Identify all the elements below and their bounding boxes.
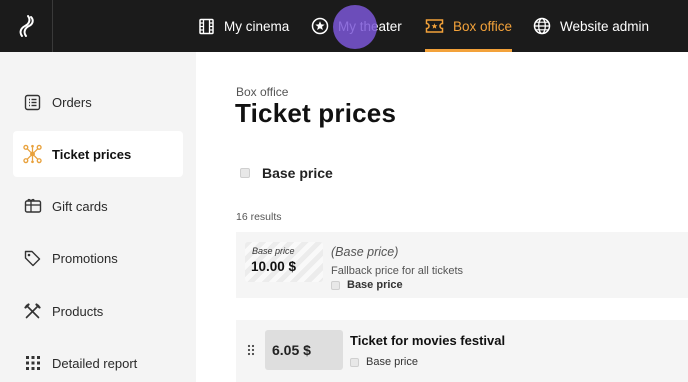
base-price-filter-checkbox[interactable] xyxy=(240,168,250,178)
star-circle-icon xyxy=(311,17,329,35)
base-price-tag: Base price xyxy=(350,356,418,368)
breadcrumb[interactable]: Box office xyxy=(236,85,288,99)
nav-my-cinema[interactable]: My cinema xyxy=(198,0,289,52)
sidebar-item-gift-cards[interactable]: Gift cards xyxy=(13,183,183,229)
main-content: Box office Ticket prices Base price 16 r… xyxy=(196,52,688,382)
gift-card-icon xyxy=(23,198,42,214)
sidebar-item-label: Ticket prices xyxy=(52,146,132,162)
nav-website-admin-label: Website admin xyxy=(560,18,650,34)
sidebar-item-promotions[interactable]: Promotions xyxy=(13,235,183,281)
page-title: Ticket prices xyxy=(235,98,397,128)
report-grid-icon xyxy=(23,355,42,371)
sidebar-item-label: Detailed report xyxy=(52,355,138,371)
nav-website-admin[interactable]: Website admin xyxy=(533,0,649,52)
price-name: Ticket for movies festival xyxy=(350,333,506,348)
sidebar-item-label: Gift cards xyxy=(52,198,108,214)
price-value: 10.00 $ xyxy=(251,259,297,274)
drag-handle-icon[interactable] xyxy=(247,344,255,356)
results-count: 16 results xyxy=(236,211,282,223)
price-value: 6.05 $ xyxy=(272,342,311,358)
base-price-filter[interactable]: Base price xyxy=(240,165,333,181)
sidebar-item-detailed-report[interactable]: Detailed report xyxy=(13,340,183,382)
base-price-tag-label: Base price xyxy=(347,279,403,291)
sidebar-item-orders[interactable]: Orders xyxy=(13,79,183,125)
base-price-checkbox[interactable] xyxy=(350,357,359,367)
price-chip-label: Base price xyxy=(252,246,295,256)
cinema-film-icon xyxy=(198,18,215,35)
sidebar: Orders Ticket prices Gift cards Promotio… xyxy=(0,52,196,382)
fork-knife-icon xyxy=(23,302,42,320)
nav-box-office[interactable]: Box office xyxy=(425,0,513,52)
nav-my-theater[interactable]: My theater xyxy=(311,0,402,52)
sidebar-item-label: Promotions xyxy=(52,250,118,266)
base-price-tag-label: Base price xyxy=(366,356,418,368)
nav-box-office-label: Box office xyxy=(453,18,513,34)
sidebar-item-ticket-prices[interactable]: Ticket prices xyxy=(13,131,183,177)
nav-my-cinema-label: My cinema xyxy=(224,18,290,34)
price-description: Fallback price for all tickets xyxy=(331,265,464,277)
price-chip: Base price 10.00 $ xyxy=(245,242,323,282)
sidebar-item-label: Products xyxy=(52,303,104,319)
base-price-checkbox[interactable] xyxy=(331,280,340,290)
sidebar-item-label: Orders xyxy=(52,94,92,110)
app-logo[interactable] xyxy=(0,0,53,52)
globe-icon xyxy=(533,17,551,35)
sidebar-item-products[interactable]: Products xyxy=(13,288,183,334)
list-item[interactable]: Base price 10.00 $ (Base price) Fallback… xyxy=(236,232,688,298)
nav-my-theater-label: My theater xyxy=(338,18,402,34)
tag-icon xyxy=(23,250,42,267)
price-name: (Base price) xyxy=(331,245,399,259)
orders-list-icon xyxy=(23,94,42,111)
price-chip: 6.05 $ xyxy=(265,330,343,370)
ticket-icon xyxy=(425,18,444,34)
base-price-filter-label: Base price xyxy=(262,165,333,181)
base-price-tag: Base price xyxy=(331,279,403,291)
logo-icon xyxy=(19,15,34,37)
ticket-prices-network-icon xyxy=(23,144,42,164)
top-navigation-bar: My cinema My theater Box office Website … xyxy=(0,0,688,52)
list-item[interactable]: 6.05 $ Ticket for movies festival Base p… xyxy=(236,320,688,382)
